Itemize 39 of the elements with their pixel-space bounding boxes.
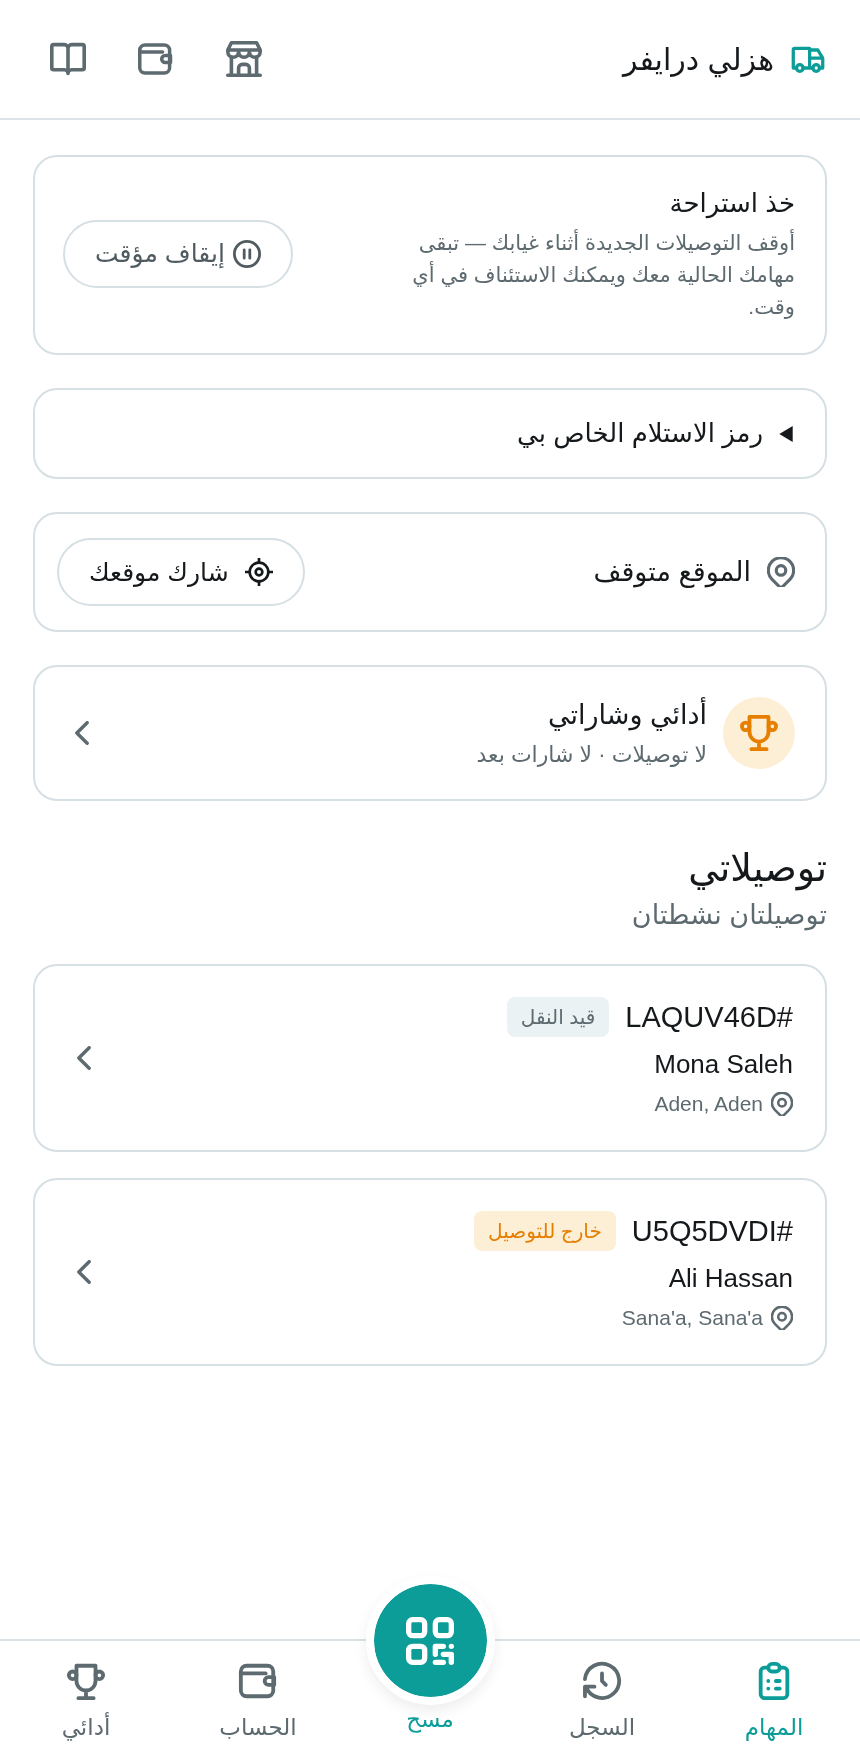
share-location-button[interactable]: شارك موقعك xyxy=(57,538,305,607)
section-title: توصيلاتي xyxy=(687,845,827,893)
nav-tab[interactable]: الحساب xyxy=(172,1641,344,1760)
map-pin-icon xyxy=(771,1091,793,1116)
break-description: أوقف التوصيلات الجديدة أثناء غيابك — تبقى مهامك الحالية معك ويمكنك الاستئناف في أي وقت. xyxy=(411,228,795,321)
performance-summary: لا توصيلات · لا شارات بعد xyxy=(476,740,707,769)
wallet-icon[interactable] xyxy=(138,41,174,77)
pickup-code-toggle[interactable]: رمز الاستلام الخاص بي xyxy=(33,388,827,480)
store-icon[interactable] xyxy=(226,41,262,77)
chevron-icon xyxy=(77,1045,91,1070)
delivery-address: Aden, Aden xyxy=(654,1091,763,1118)
scan-label: مسح xyxy=(406,1705,454,1735)
book-icon[interactable] xyxy=(50,41,86,77)
pause-icon xyxy=(232,240,261,269)
app-title: هزلي درايفر xyxy=(622,41,774,80)
crosshair-icon xyxy=(244,558,273,587)
wallet-icon xyxy=(238,1661,278,1701)
performance-title: أدائي وشاراتي xyxy=(476,695,707,736)
performance-card[interactable]: أدائي وشاراتي لا توصيلات · لا شارات بعد xyxy=(33,665,827,801)
section-subtitle: توصيلتان نشطتان xyxy=(630,899,827,933)
map-pin-icon xyxy=(767,557,795,588)
status-badge: خارج للتوصيل xyxy=(474,1211,616,1252)
order-number: #LAQUV46D xyxy=(625,999,793,1035)
chevron-icon xyxy=(77,1259,91,1284)
qr-code-icon xyxy=(406,1616,454,1665)
customer-name: Ali Hassan xyxy=(667,1262,793,1296)
pause-button[interactable]: إيقاف مؤقت xyxy=(63,220,293,289)
history-icon xyxy=(582,1661,622,1701)
map-pin-icon xyxy=(771,1305,793,1330)
customer-name: Mona Saleh xyxy=(653,1048,793,1082)
order-number: #U5Q5DVDI xyxy=(631,1213,793,1249)
delivery-address: Sana'a, Sana'a xyxy=(621,1305,763,1332)
nav-tab[interactable]: أدائي xyxy=(0,1641,172,1760)
chevron-icon xyxy=(75,721,89,746)
nav-tab[interactable]: السجل xyxy=(516,1641,688,1760)
status-badge: قيد النقل xyxy=(506,997,610,1038)
trophy-icon xyxy=(66,1661,106,1701)
location-status: الموقع متوقف xyxy=(593,556,751,590)
break-title: خذ استراحة xyxy=(668,187,795,221)
